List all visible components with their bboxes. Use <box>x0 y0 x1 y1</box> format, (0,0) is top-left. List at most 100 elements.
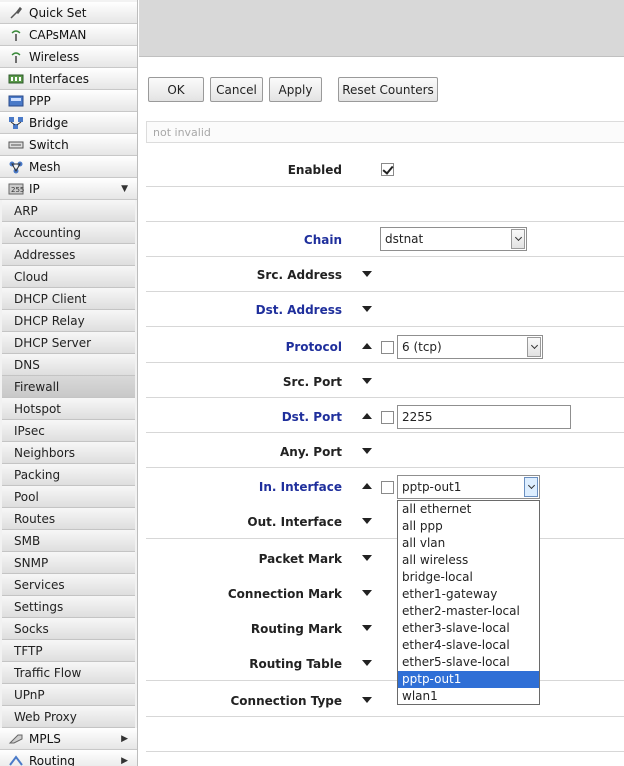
in-interface-negate-checkbox[interactable] <box>381 481 394 494</box>
sidebar-item-mpls[interactable]: MPLS ▶ <box>0 728 137 750</box>
sidebar-subitem-upnp[interactable]: UPnP <box>2 684 135 706</box>
sidebar-item-capsman[interactable]: CAPsMAN <box>0 24 137 46</box>
divider <box>146 716 624 717</box>
expand-out-interface-icon[interactable] <box>362 518 372 524</box>
sidebar-subitem-neighbors[interactable]: Neighbors <box>2 442 135 464</box>
dropdown-option[interactable]: all wireless <box>398 552 539 569</box>
status-bar: not invalid <box>146 121 624 143</box>
sidebar-item-label: Switch <box>29 137 69 152</box>
apply-button[interactable]: Apply <box>269 77 322 102</box>
expand-any-port-icon[interactable] <box>362 448 372 454</box>
reset-counters-button[interactable]: Reset Counters <box>338 77 438 102</box>
sidebar-item-interfaces[interactable]: Interfaces <box>0 68 137 90</box>
cancel-button[interactable]: Cancel <box>210 77 263 102</box>
sidebar-subitem-services[interactable]: Services <box>2 574 135 596</box>
sidebar-subitem-snmp[interactable]: SNMP <box>2 552 135 574</box>
sidebar-subitem-addresses[interactable]: Addresses <box>2 244 135 266</box>
sidebar-subitem-hotspot[interactable]: Hotspot <box>2 398 135 420</box>
expand-packet-mark-icon[interactable] <box>362 555 372 561</box>
sidebar-item-label: Routing <box>29 753 76 766</box>
sidebar-item-label: Wireless <box>29 49 80 64</box>
dropdown-option[interactable]: all ethernet <box>398 501 539 518</box>
interfaces-icon <box>8 72 24 86</box>
protocol-select[interactable]: 6 (tcp) <box>397 335 543 359</box>
sidebar-subitem-arp[interactable]: ARP <box>2 200 135 222</box>
protocol-negate-checkbox[interactable] <box>381 341 394 354</box>
src-port-label: Src. Port <box>282 375 342 389</box>
switch-icon <box>8 138 24 152</box>
sidebar-subitem-dhcp-server[interactable]: DHCP Server <box>2 332 135 354</box>
sidebar-subitem-pool[interactable]: Pool <box>2 486 135 508</box>
sidebar-subitem-ipsec[interactable]: IPsec <box>2 420 135 442</box>
dropdown-option[interactable]: ether4-slave-local <box>398 637 539 654</box>
dropdown-option[interactable]: ether5-slave-local <box>398 654 539 671</box>
dropdown-option[interactable]: ether1-gateway <box>398 586 539 603</box>
expand-src-port-icon[interactable] <box>362 378 372 384</box>
mesh-icon <box>8 160 24 174</box>
sidebar-subitem-routes[interactable]: Routes <box>2 508 135 530</box>
sidebar-subitem-dhcp-relay[interactable]: DHCP Relay <box>2 310 135 332</box>
sidebar-subitem-cloud[interactable]: Cloud <box>2 266 135 288</box>
expand-arrow-icon: ▶ <box>121 733 128 744</box>
collapse-in-interface-icon[interactable] <box>362 483 372 489</box>
dropdown-option[interactable]: all vlan <box>398 535 539 552</box>
dropdown-option-selected[interactable]: pptp-out1 <box>398 671 539 688</box>
in-interface-label: In. Interface <box>258 480 342 494</box>
expand-connection-mark-icon[interactable] <box>362 590 372 596</box>
sidebar-item-ppp[interactable]: PPP <box>0 90 137 112</box>
dst-port-negate-checkbox[interactable] <box>381 411 394 424</box>
expand-arrow-icon: ▶ <box>121 755 128 766</box>
collapse-dst-port-icon[interactable] <box>362 413 372 419</box>
in-interface-select[interactable]: pptp-out1 <box>397 475 540 499</box>
wireless-icon <box>8 50 24 64</box>
sidebar-item-switch[interactable]: Switch <box>0 134 137 156</box>
sidebar-subitem-packing[interactable]: Packing <box>2 464 135 486</box>
protocol-label: Protocol <box>285 340 342 354</box>
sidebar-item-ip[interactable]: 255 IP ▼ <box>0 178 137 200</box>
collapse-arrow-icon: ▼ <box>121 183 128 194</box>
expand-src-address-icon[interactable] <box>362 271 372 277</box>
chain-select[interactable]: dstnat <box>380 227 527 251</box>
divider <box>146 680 624 681</box>
expand-connection-type-icon[interactable] <box>362 697 372 703</box>
collapse-protocol-icon[interactable] <box>362 343 372 349</box>
sidebar-subitem-settings[interactable]: Settings <box>2 596 135 618</box>
sidebar-subitem-firewall[interactable]: Firewall <box>2 376 135 398</box>
sidebar-subitem-tftp[interactable]: TFTP <box>2 640 135 662</box>
sidebar-subitem-accounting[interactable]: Accounting <box>2 222 135 244</box>
sidebar-subitem-smb[interactable]: SMB <box>2 530 135 552</box>
dropdown-option[interactable]: ether2-master-local <box>398 603 539 620</box>
chevron-down-icon[interactable] <box>527 337 541 357</box>
window-header <box>139 0 624 57</box>
sidebar-subitem-web-proxy[interactable]: Web Proxy <box>2 706 135 728</box>
divider <box>146 221 624 222</box>
sidebar-subitem-dhcp-client[interactable]: DHCP Client <box>2 288 135 310</box>
divider <box>146 291 624 292</box>
dst-port-input[interactable]: 2255 <box>397 405 571 429</box>
enabled-checkbox[interactable] <box>381 163 394 176</box>
sidebar-item-routing[interactable]: Routing ▶ <box>0 750 137 766</box>
dropdown-option[interactable]: wlan1 <box>398 688 539 705</box>
in-interface-dropdown-list: all ethernet all ppp all vlan all wirele… <box>397 500 540 705</box>
expand-routing-mark-icon[interactable] <box>362 625 372 631</box>
divider <box>146 467 624 468</box>
dropdown-option[interactable]: all ppp <box>398 518 539 535</box>
dropdown-option[interactable]: bridge-local <box>398 569 539 586</box>
dropdown-option[interactable]: ether3-slave-local <box>398 620 539 637</box>
sidebar-item-quick-set[interactable]: Quick Set <box>0 2 137 24</box>
sidebar-item-wireless[interactable]: Wireless <box>0 46 137 68</box>
chevron-down-icon[interactable] <box>511 229 525 249</box>
sidebar-subitem-dns[interactable]: DNS <box>2 354 135 376</box>
expand-dst-address-icon[interactable] <box>362 306 372 312</box>
sidebar-item-mesh[interactable]: Mesh <box>0 156 137 178</box>
sidebar-item-label: Interfaces <box>29 71 89 86</box>
divider <box>146 186 624 187</box>
ok-button[interactable]: OK <box>148 77 204 102</box>
sidebar-subitem-socks[interactable]: Socks <box>2 618 135 640</box>
sidebar-item-bridge[interactable]: Bridge <box>0 112 137 134</box>
expand-routing-table-icon[interactable] <box>362 660 372 666</box>
connection-mark-label: Connection Mark <box>227 587 342 601</box>
chevron-down-icon[interactable] <box>524 477 538 497</box>
sidebar-subitem-traffic-flow[interactable]: Traffic Flow <box>2 662 135 684</box>
enabled-label: Enabled <box>287 163 342 177</box>
